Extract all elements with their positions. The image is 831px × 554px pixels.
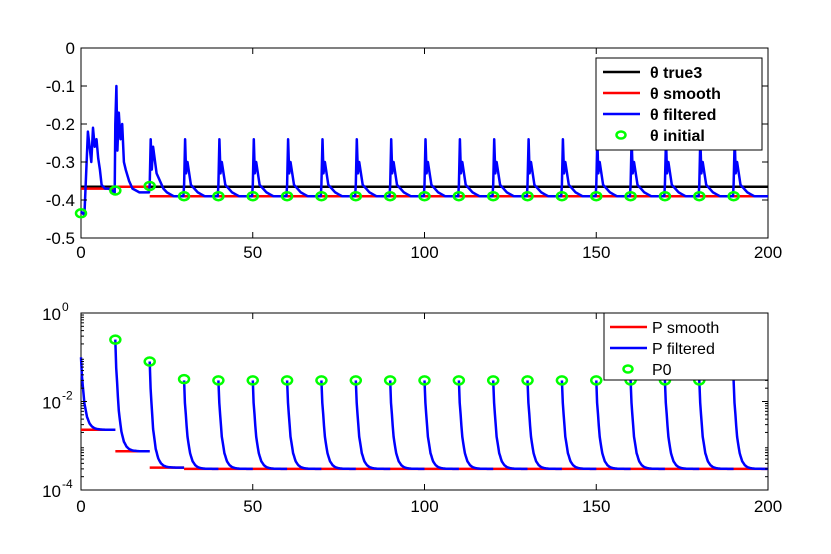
- x-tick-label: 150: [582, 243, 610, 262]
- legend-label-filtered: θ filtered: [650, 107, 716, 124]
- legend-label-p0: P0: [652, 362, 672, 379]
- y-tick-exponent: 0: [62, 300, 69, 314]
- y-tick-label: 10: [42, 305, 61, 324]
- y-tick-label: 10: [42, 394, 61, 413]
- x-tick-label: 0: [76, 243, 85, 262]
- x-tick-label: 100: [410, 243, 438, 262]
- y-tick-exponent: -2: [62, 389, 73, 403]
- p-plot: 0 50 100 150 20010 010 -210 -4 P smooth P filte…: [42, 300, 782, 516]
- y-tick-label: 0: [66, 39, 75, 58]
- y-tick-label: -0.2: [46, 115, 75, 134]
- theta-legend: θ true3 θ smooth θ filtered θ initial: [595, 57, 763, 151]
- x-tick-label: 200: [754, 497, 782, 516]
- figure: 0 50 100 150 2000-0.1-0.2-0.3-0.4-0.5 θ true…: [0, 0, 831, 554]
- legend-label-p-smooth: P smooth: [652, 320, 719, 337]
- y-tick-label: 10: [42, 482, 61, 501]
- legend-label-initial: θ initial: [650, 128, 705, 145]
- y-tick-label: -0.1: [46, 77, 75, 96]
- x-tick-label: 50: [243, 243, 262, 262]
- legend-label-p-filtered: P filtered: [652, 341, 715, 358]
- p-legend: P smooth P filtered P0: [603, 312, 769, 381]
- legend-label-true3: θ true3: [650, 65, 702, 82]
- y-tick-label: -0.4: [46, 191, 75, 210]
- x-tick-label: 150: [582, 497, 610, 516]
- y-tick-label: -0.5: [46, 229, 75, 248]
- theta-plot: 0 50 100 150 200 0 -0.1 -0.2 -0.3 -0.4 -0.5 θ true…: [46, 39, 782, 262]
- x-tick-label: 0: [76, 497, 85, 516]
- x-tick-label: 100: [410, 497, 438, 516]
- x-tick-label: 200: [754, 243, 782, 262]
- y-tick-exponent: -4: [62, 477, 73, 491]
- x-tick-label: 50: [243, 497, 262, 516]
- y-tick-label: -0.3: [46, 153, 75, 172]
- legend-label-smooth: θ smooth: [650, 86, 721, 103]
